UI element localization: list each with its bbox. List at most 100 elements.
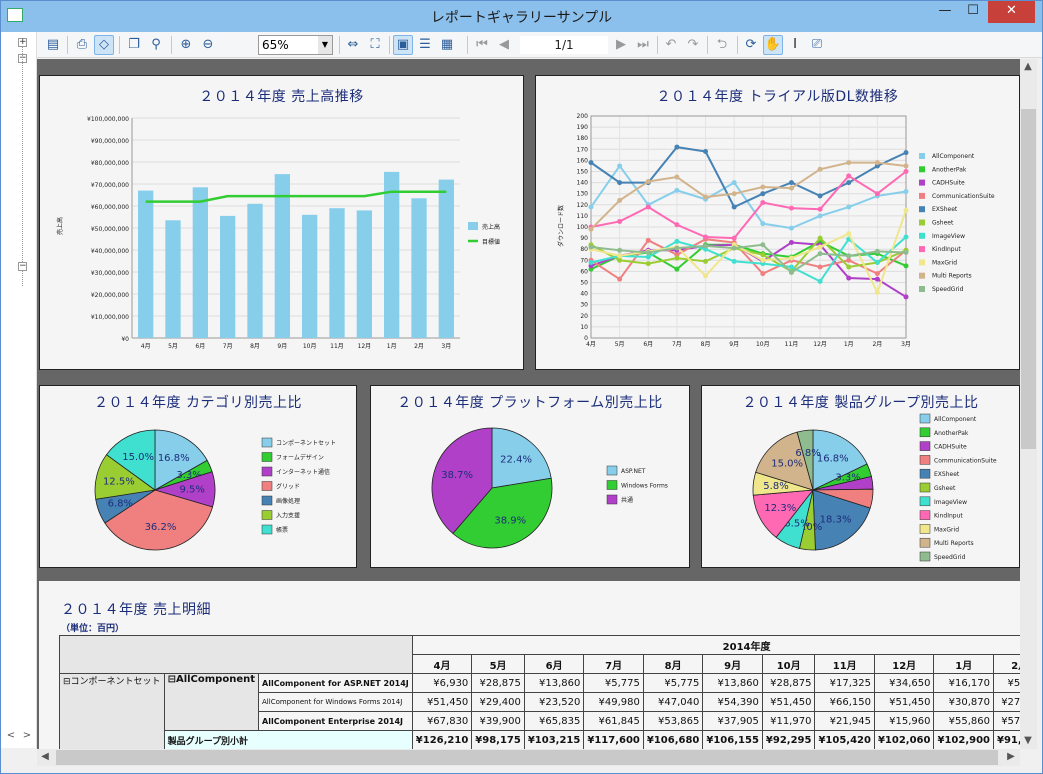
x-tick-label: 10月: [303, 343, 317, 350]
copy-icon[interactable]: ❐: [124, 35, 144, 55]
x-tick-label: 10月: [756, 341, 770, 348]
slice-label: 6.8%: [795, 448, 820, 459]
value-cell: ¥65,835: [523, 711, 585, 731]
legend-swatch: [261, 466, 273, 477]
forward-icon[interactable]: ↷: [683, 35, 703, 55]
platform-pie: 22.4% 38.9% 38.7% ASP.NET Windows Forms 共通: [431, 427, 668, 549]
print-layout-icon[interactable]: ◇: [94, 35, 114, 55]
legend-label: ASP.NET: [621, 468, 646, 475]
previous-page-icon[interactable]: ◀: [494, 35, 514, 55]
legend-swatch: [919, 427, 931, 438]
page-number[interactable]: 1/1: [520, 36, 608, 54]
value-cell: ¥47,040: [642, 692, 704, 712]
scroll-up-icon[interactable]: ▲: [1020, 59, 1036, 75]
product-name: AllComponent for Windows Forms 2014J: [258, 692, 413, 712]
data-point: [674, 255, 680, 261]
x-tick-label: 2月: [414, 343, 424, 350]
y-tick-label: 70: [580, 257, 588, 264]
back-icon[interactable]: ↶: [661, 35, 681, 55]
value-cell: ¥37,905: [702, 711, 763, 731]
data-point: [846, 275, 852, 281]
category-cell[interactable]: ⊟コンポーネントセット: [59, 673, 165, 749]
zoom-out-icon[interactable]: ⊖: [198, 35, 218, 55]
product-name: AllComponent Enterprise 2014J: [258, 711, 413, 731]
pan-hand-icon[interactable]: ✋: [763, 35, 783, 55]
value-cell: ¥39,900: [471, 711, 525, 731]
group-cell[interactable]: ⊟AllComponent: [163, 673, 260, 731]
close-button[interactable]: ✕: [988, 1, 1035, 23]
category-label: コンポーネントセット: [70, 677, 161, 687]
value-cell: ¥28,875: [471, 673, 525, 693]
bar: [274, 174, 290, 338]
month-header: 9月: [702, 654, 763, 674]
y-tick-label: 130: [577, 191, 589, 198]
continuous-icon[interactable]: ☰: [415, 35, 435, 55]
data-point: [760, 191, 766, 197]
single-page-icon[interactable]: ▣: [393, 35, 413, 55]
return-icon[interactable]: ⮌: [712, 35, 732, 55]
legend-label: Windows Forms: [621, 483, 668, 490]
document-map-icon[interactable]: ▤: [43, 35, 63, 55]
next-page-icon[interactable]: ▶: [611, 35, 631, 55]
select-text-icon[interactable]: I: [785, 35, 805, 55]
x-tick-label: 7月: [223, 343, 233, 350]
value-cell: ¥67,830: [411, 711, 473, 731]
slice-label: 22.4%: [500, 455, 532, 466]
zoom-select[interactable]: 65% ▼: [258, 35, 333, 55]
scroll-down-icon[interactable]: ▼: [1020, 733, 1036, 749]
x-tick-label: 8月: [701, 341, 711, 348]
chevron-down-icon[interactable]: ▼: [318, 36, 332, 54]
vertical-scrollbar[interactable]: ▲ ▼: [1020, 59, 1037, 749]
report-page[interactable]: ２０１４年度 売上高推移 ¥0 ¥10,000,000 ¥20,000,000 ¥30…: [37, 59, 1020, 749]
separator: [67, 36, 68, 54]
data-point: [645, 204, 651, 210]
fit-width-icon[interactable]: ⇔: [343, 35, 363, 55]
tree-scroll-right-icon[interactable]: >: [19, 728, 35, 744]
first-page-icon[interactable]: ⏮: [472, 35, 492, 55]
data-point: [903, 250, 909, 256]
refresh-icon[interactable]: ⟳: [741, 35, 761, 55]
horizontal-scrollbar[interactable]: ◀ ▶: [37, 749, 1020, 766]
slice-label: 12.5%: [103, 476, 135, 487]
value-cell: ¥91,560: [993, 730, 1020, 749]
legend-label: Gsheet: [932, 220, 954, 227]
data-point: [760, 271, 766, 277]
separator: [339, 36, 340, 54]
data-point: [645, 178, 651, 184]
last-page-icon[interactable]: ⏭: [633, 35, 653, 55]
scroll-left-icon[interactable]: ◀: [37, 749, 53, 765]
group-chart-panel: ２０１４年度 製品グループ別売上比 16.8% 3.3% 18.3% 4.0% 6.5%…: [701, 385, 1020, 568]
y-tick-label: 100: [577, 224, 589, 231]
value-cell: ¥103,215: [523, 730, 585, 749]
month-header: 1月: [933, 654, 994, 674]
data-point: [588, 226, 594, 232]
scroll-right-icon[interactable]: ▶: [1003, 749, 1019, 765]
slice-label: 16.8%: [158, 453, 190, 464]
legend-swatch: [919, 537, 931, 548]
maximize-button[interactable]: ☐: [959, 1, 987, 23]
slice-label: 16.8%: [817, 454, 849, 465]
scroll-thumb[interactable]: [1021, 109, 1036, 449]
legend-label: CommunicationSuite: [932, 193, 995, 200]
snapshot-icon[interactable]: ⎚: [807, 35, 827, 55]
data-point: [874, 248, 880, 254]
print-icon[interactable]: ⎙: [72, 35, 92, 55]
data-point: [817, 193, 823, 199]
trial-chart: 0102030405060708090100110120130140150160…: [557, 113, 995, 348]
find-icon[interactable]: ⚲: [146, 35, 166, 55]
year-header: 2014年度: [411, 635, 1020, 655]
multipage-icon[interactable]: ▦: [437, 35, 457, 55]
legend-swatch: [919, 551, 931, 562]
minimize-button[interactable]: —: [931, 1, 959, 23]
data-point: [731, 180, 737, 186]
data-point: [903, 169, 909, 174]
tree-scroll-left-icon[interactable]: <: [3, 728, 19, 744]
legend-swatch: [606, 465, 618, 476]
value-cell: ¥51,450: [873, 692, 935, 712]
collapse-icon[interactable]: −: [18, 262, 27, 271]
fit-page-icon[interactable]: ⛶: [365, 35, 385, 55]
x-tick-label: 1月: [387, 343, 397, 350]
scroll-thumb[interactable]: [56, 750, 998, 765]
zoom-in-icon[interactable]: ⊕: [176, 35, 196, 55]
legend-swatch: [919, 468, 931, 479]
